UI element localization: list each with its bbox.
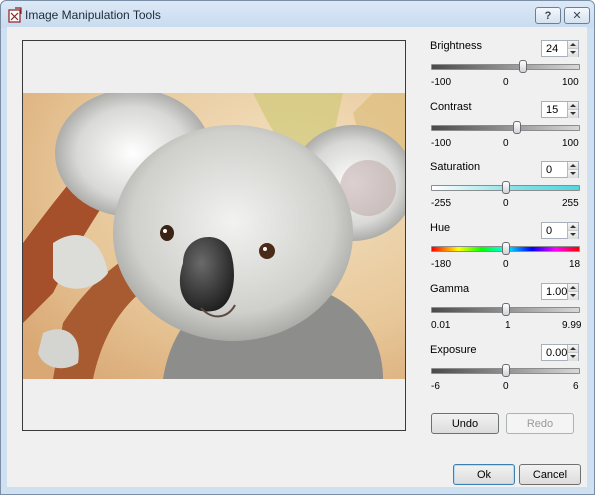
- exposure-slider-track[interactable]: [431, 364, 580, 377]
- app-icon: [8, 7, 22, 23]
- brightness-max-tick: 100: [562, 77, 579, 88]
- brightness-slider-track[interactable]: [431, 60, 580, 73]
- gamma-mid-tick: 1: [505, 320, 511, 331]
- hue-max-tick: 18: [569, 259, 581, 270]
- contrast-label: Contrast: [430, 101, 472, 113]
- hue-label: Hue: [430, 222, 451, 234]
- gamma-increment-arrow-icon[interactable]: [567, 284, 578, 292]
- hue-mid-tick: 0: [503, 259, 509, 270]
- brightness-decrement-arrow-icon[interactable]: [567, 49, 578, 57]
- exposure-min-tick: -6: [431, 381, 440, 392]
- contrast-max-tick: 100: [562, 138, 579, 149]
- exposure-decrement-arrow-icon[interactable]: [567, 353, 578, 361]
- brightness-spinbox[interactable]: 24: [541, 40, 579, 57]
- contrast-slider-thumb[interactable]: [513, 121, 521, 134]
- ok-button[interactable]: Ok: [453, 464, 515, 485]
- exposure-label: Exposure: [430, 344, 477, 356]
- brightness-mid-tick: 0: [503, 77, 509, 88]
- saturation-decrement-arrow-icon[interactable]: [567, 170, 578, 178]
- contrast-increment-arrow-icon[interactable]: [567, 102, 578, 110]
- contrast-decrement-arrow-icon[interactable]: [567, 110, 578, 118]
- help-icon: ?: [544, 9, 552, 22]
- exposure-spinbox[interactable]: 0.00: [541, 344, 579, 361]
- saturation-max-tick: 255: [562, 198, 579, 209]
- exposure-value: 0.00: [546, 347, 568, 359]
- contrast-min-tick: -100: [431, 138, 452, 149]
- image-preview: [22, 40, 406, 431]
- saturation-slider-track[interactable]: [431, 181, 580, 194]
- brightness-min-tick: -100: [431, 77, 452, 88]
- brightness-value: 24: [546, 43, 559, 55]
- brightness-label: Brightness: [430, 40, 482, 52]
- saturation-spinbox[interactable]: 0: [541, 161, 579, 178]
- hue-value: 0: [546, 225, 553, 237]
- contrast-spinbox[interactable]: 15: [541, 101, 579, 118]
- saturation-value: 0: [546, 164, 553, 176]
- gamma-min-tick: 0.01: [431, 320, 451, 331]
- saturation-increment-arrow-icon[interactable]: [567, 162, 578, 170]
- close-button[interactable]: ✕: [564, 7, 590, 24]
- dialog-client-area: Brightness 24 -100 0 100 Contrast 15 -10…: [7, 27, 587, 487]
- saturation-min-tick: -255: [431, 198, 452, 209]
- brightness-increment-arrow-icon[interactable]: [567, 41, 578, 49]
- hue-slider-thumb[interactable]: [502, 242, 510, 255]
- hue-increment-arrow-icon[interactable]: [567, 223, 578, 231]
- hue-slider-track[interactable]: [431, 242, 580, 255]
- saturation-mid-tick: 0: [503, 198, 509, 209]
- koala-photo: [23, 93, 405, 379]
- exposure-increment-arrow-icon[interactable]: [567, 345, 578, 353]
- window-title: Image Manipulation Tools: [25, 8, 161, 22]
- gamma-max-tick: 9.99: [562, 320, 582, 331]
- saturation-label: Saturation: [430, 161, 481, 173]
- gamma-slider-thumb[interactable]: [502, 303, 510, 316]
- contrast-slider-track[interactable]: [431, 121, 580, 134]
- hue-spinbox[interactable]: 0: [541, 222, 579, 239]
- redo-button[interactable]: Redo: [506, 413, 574, 434]
- exposure-mid-tick: 0: [503, 381, 509, 392]
- help-button[interactable]: ?: [535, 7, 561, 24]
- close-icon: ✕: [572, 10, 582, 22]
- exposure-slider-thumb[interactable]: [502, 364, 510, 377]
- gamma-label: Gamma: [430, 283, 470, 295]
- hue-decrement-arrow-icon[interactable]: [567, 231, 578, 239]
- contrast-value: 15: [546, 104, 559, 116]
- gamma-value: 1.00: [546, 286, 568, 298]
- title-bar[interactable]: Image Manipulation Tools ? ✕: [1, 1, 594, 28]
- gamma-spinbox[interactable]: 1.00: [541, 283, 579, 300]
- hue-min-tick: -180: [431, 259, 452, 270]
- gamma-slider-track[interactable]: [431, 303, 580, 316]
- contrast-mid-tick: 0: [503, 138, 509, 149]
- exposure-max-tick: 6: [573, 381, 579, 392]
- undo-button[interactable]: Undo: [431, 413, 499, 434]
- brightness-slider-thumb[interactable]: [519, 60, 527, 73]
- gamma-decrement-arrow-icon[interactable]: [567, 292, 578, 300]
- saturation-slider-thumb[interactable]: [502, 181, 510, 194]
- cancel-button[interactable]: Cancel: [519, 464, 581, 485]
